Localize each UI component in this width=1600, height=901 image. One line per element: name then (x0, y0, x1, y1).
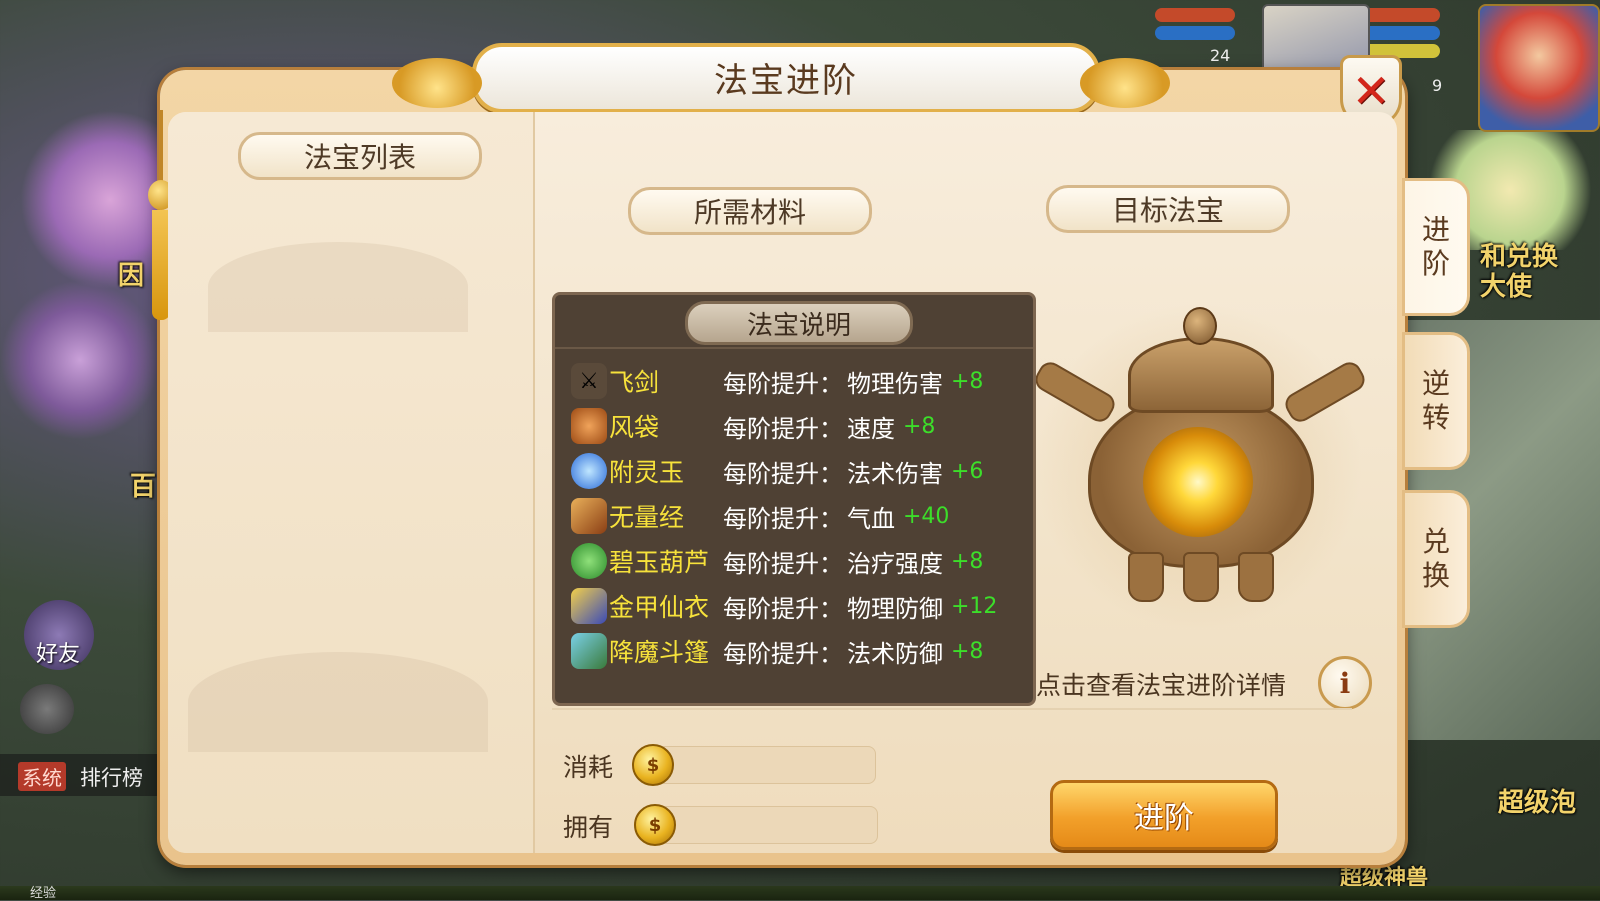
item-prefix: 每阶提升： (723, 504, 843, 533)
coin-icon: $ (632, 744, 674, 786)
scene-text: 因 (118, 261, 145, 291)
level-text: 24 (1210, 46, 1231, 65)
item-attribute: 物理伤害 (847, 369, 943, 398)
item-name: 无量经 (609, 503, 685, 532)
window-body: 法宝列表 所需材料 目标法宝 法宝说明 ⚔ 飞剑 每阶提升： 物理伤害 +8 风… (168, 112, 1397, 853)
jade-icon (571, 453, 607, 489)
item-name: 飞剑 (609, 368, 660, 397)
own-label: 拥有 (563, 813, 614, 842)
tab-label: 兑 换 (1421, 525, 1450, 592)
gourd-icon (571, 543, 607, 579)
system-tag: 系统 (18, 762, 66, 791)
item-attribute: 气血 (847, 504, 895, 533)
tab-label: 逆 转 (1421, 367, 1450, 434)
sword-icon: ⚔ (571, 363, 607, 399)
list-item: 金甲仙衣 每阶提升： 物理防御 +12 (571, 586, 997, 626)
background-flower (0, 280, 160, 440)
item-attribute: 治疗强度 (847, 549, 943, 578)
treasure-list-panel (168, 112, 535, 853)
item-attribute: 物理防御 (847, 594, 943, 623)
treasure-description-panel: 法宝说明 ⚔ 飞剑 每阶提升： 物理伤害 +8 风袋 每阶提升： 速度 +8 附… (552, 292, 1036, 706)
item-value: +8 (903, 413, 936, 439)
description-title: 法宝说明 (685, 301, 913, 345)
item-prefix: 每阶提升： (723, 459, 843, 488)
mountain-decoration (188, 652, 488, 752)
cloak-icon (571, 633, 607, 669)
cloud-ornament (392, 58, 482, 108)
chat-icon[interactable] (20, 684, 74, 734)
target-title: 目标法宝 (1046, 185, 1290, 233)
item-value: +12 (951, 593, 998, 619)
teapot-treasure-icon[interactable] (1031, 282, 1369, 632)
tab-advance[interactable]: 进 阶 (1402, 178, 1470, 316)
player-avatar[interactable] (1478, 4, 1600, 132)
item-prefix: 每阶提升： (723, 594, 843, 623)
list-item: ⚔ 飞剑 每阶提升： 物理伤害 +8 (571, 361, 983, 401)
item-attribute: 法术伤害 (847, 459, 943, 488)
wind-bag-icon (571, 408, 607, 444)
advance-detail-link[interactable]: 点击查看法宝进阶详情 (1036, 666, 1286, 702)
close-icon: ✕ (1351, 64, 1391, 118)
list-item: 风袋 每阶提升： 速度 +8 (571, 406, 935, 446)
mp-bar (1155, 26, 1235, 40)
item-prefix: 每阶提升： (723, 639, 843, 668)
item-value: +8 (951, 548, 984, 574)
tab-label: 进 阶 (1421, 213, 1450, 280)
item-name: 降魔斗篷 (609, 638, 710, 667)
friends-label: 好友 (36, 642, 81, 667)
item-name: 碧玉葫芦 (609, 548, 710, 577)
hp-bar (1155, 8, 1235, 22)
chat-bar[interactable]: 系统 排行榜 (0, 754, 160, 796)
item-attribute: 法术防御 (847, 639, 943, 668)
treasure-advance-window: 法宝进阶 ✕ 法宝列表 所需材料 目标法宝 法宝说明 ⚔ 飞剑 每阶提升： 物理… (148, 43, 1405, 865)
item-value: +8 (951, 638, 984, 664)
item-value: +6 (951, 458, 984, 484)
divider (552, 708, 1352, 710)
item-value: +8 (951, 368, 984, 394)
npc-name: 超级泡 (1498, 788, 1577, 818)
treasure-list-title: 法宝列表 (238, 132, 482, 180)
own-amount-field (650, 806, 878, 844)
mountain-decoration (208, 242, 468, 332)
level-text: 9 (1432, 76, 1443, 95)
item-prefix: 每阶提升： (723, 549, 843, 578)
consume-amount-field (648, 746, 876, 784)
list-item: 降魔斗篷 每阶提升： 法术防御 +8 (571, 631, 983, 671)
cloud-ornament (1080, 58, 1170, 108)
consume-label: 消耗 (563, 753, 614, 782)
list-item: 无量经 每阶提升： 气血 +40 (571, 496, 949, 536)
tab-exchange[interactable]: 兑 换 (1402, 490, 1470, 628)
window-title: 法宝进阶 (714, 61, 858, 101)
scroll-icon (571, 498, 607, 534)
tab-reverse[interactable]: 逆 转 (1402, 332, 1470, 470)
friends-button[interactable]: 好友 (24, 600, 94, 670)
advance-button[interactable]: 进阶 (1050, 780, 1278, 850)
exp-bar (0, 886, 1600, 900)
ranking-text: 排行榜 (80, 766, 143, 790)
materials-title: 所需材料 (628, 187, 872, 235)
armor-icon (571, 588, 607, 624)
item-value: +40 (903, 503, 950, 529)
item-prefix: 每阶提升： (723, 369, 843, 398)
item-prefix: 每阶提升： (723, 414, 843, 443)
item-name: 附灵玉 (609, 458, 685, 487)
scene-text: 百 (130, 472, 157, 502)
info-icon[interactable]: i (1318, 656, 1372, 710)
item-attribute: 速度 (847, 414, 895, 443)
divider (555, 347, 1033, 349)
title-banner: 法宝进阶 (472, 43, 1100, 113)
item-name: 金甲仙衣 (609, 593, 710, 622)
npc-name: 大使 (1480, 272, 1533, 302)
coin-icon: $ (634, 804, 676, 846)
list-item: 附灵玉 每阶提升： 法术伤害 +6 (571, 451, 983, 491)
list-item: 碧玉葫芦 每阶提升： 治疗强度 +8 (571, 541, 983, 581)
item-name: 风袋 (609, 413, 660, 442)
exp-label: 经验 (30, 886, 57, 901)
